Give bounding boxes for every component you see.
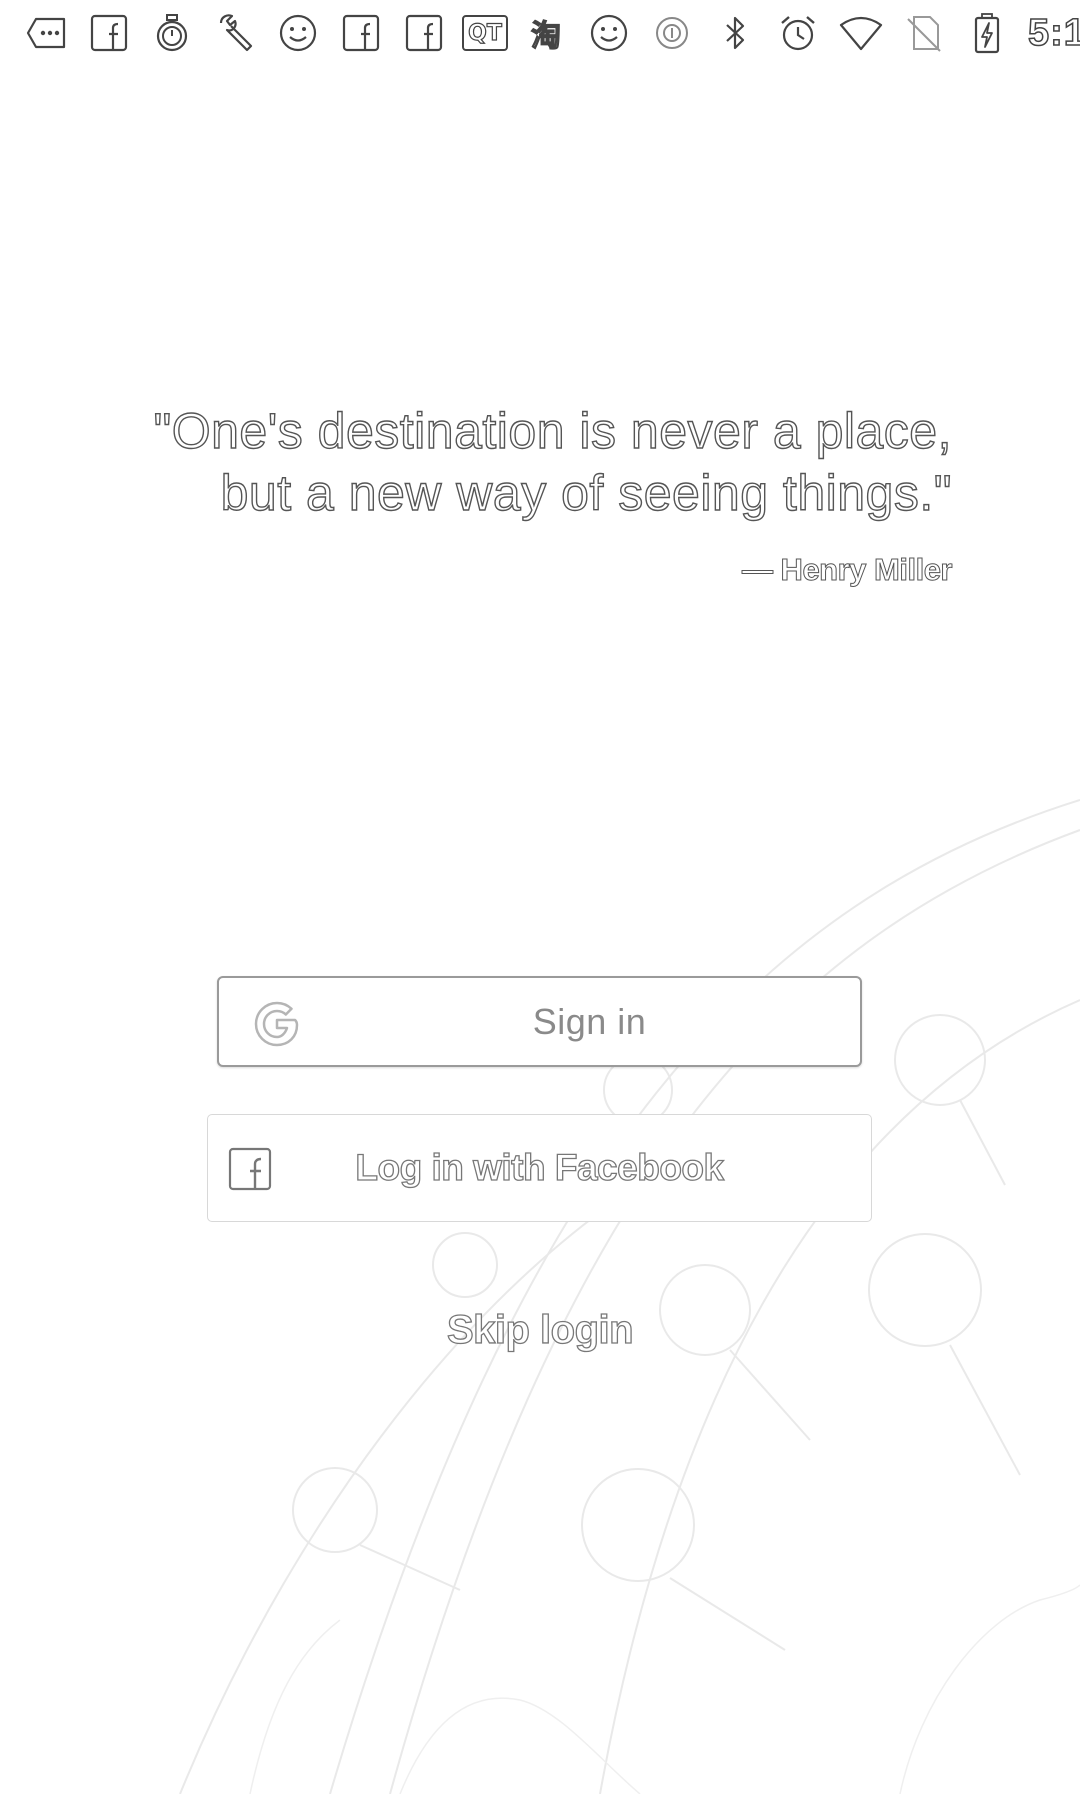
facebook-login-label: Log in with Facebook [355,1146,725,1188]
quote-author: — Henry Miller [741,552,953,588]
facebook-icon [333,5,389,61]
taobao-icon-label: 淘 [530,18,561,54]
qt-icon-label: QT [468,20,503,46]
battery-charging-icon [959,5,1015,61]
bluetooth-icon [707,5,763,61]
login-screen: QT 淘 5:18 "One's destination is nev [0,0,1080,1794]
more-icon [18,5,74,61]
quote-line-1: "One's destination is never a place, [153,402,952,459]
no-sim-icon [896,5,952,61]
smiley-icon [270,5,326,61]
status-bar: QT 淘 5:18 [0,0,1080,66]
stopwatch-icon [144,5,200,61]
smiley-icon [581,5,637,61]
google-sign-in-button[interactable]: Sign in [217,976,862,1067]
clock-time: 5:18 [1027,11,1080,55]
data-saver-icon [644,5,700,61]
wrench-icon [207,5,263,61]
facebook-login-button[interactable]: Log in with Facebook [207,1114,872,1222]
google-sign-in-label: Sign in [532,1000,647,1042]
alarm-icon [770,5,826,61]
qt-icon: QT [459,5,511,61]
skip-login-link[interactable]: Skip login [0,1307,1080,1353]
facebook-icon [81,5,137,61]
wifi-icon [833,5,889,61]
taobao-icon: 淘 [518,5,574,61]
facebook-icon [396,5,452,61]
globe-background-illustration [179,799,1080,1794]
quote-block: "One's destination is never a place, but… [100,400,953,588]
quote-line-2: but a new way of seeing things." [220,464,952,521]
